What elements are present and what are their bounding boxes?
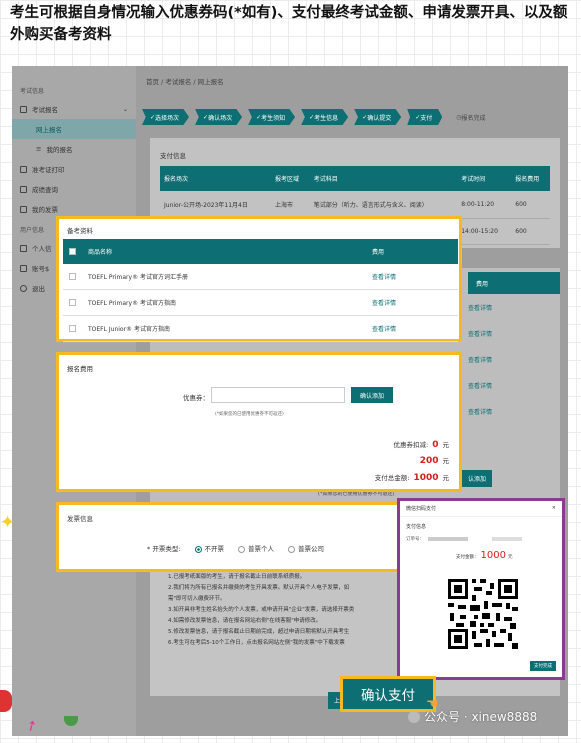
col-subject: 考试科目	[309, 166, 458, 191]
printer-icon	[20, 165, 27, 173]
close-icon[interactable]: ×	[552, 505, 556, 512]
payment-done-button[interactable]: 支付完成	[530, 661, 556, 671]
bg-detail-link[interactable]: 查看详情	[468, 355, 492, 364]
progress-steps: ✓ 选择场次 ✓ 确认场次 ✓ 考生须知 ✓ 考生信息 ✓ 确认提交 ✓ 支付 …	[142, 108, 568, 126]
fee-card: 报名费用 优惠券： 确认添加 (*如果您的已使用优惠券不可返还) 优惠券扣减: …	[56, 352, 462, 492]
watermark: 公众号 · xinew8888	[408, 708, 537, 725]
product-checkbox[interactable]	[69, 299, 76, 306]
radio-icon	[288, 545, 296, 553]
col-region: 报考区域	[271, 166, 310, 191]
bg-detail-link[interactable]: 查看详情	[468, 303, 492, 312]
step-select-session: ✓ 选择场次	[142, 109, 190, 125]
bg-detail-link[interactable]: 查看详情	[468, 381, 492, 390]
subtotal: 200 元	[419, 456, 449, 466]
sidebar-item-score-query[interactable]: 成绩查询	[12, 179, 136, 199]
list-icon: ≡	[36, 145, 42, 153]
view-detail-link[interactable]: 查看详情	[366, 289, 458, 316]
invoice-option-company[interactable]: 普票公司	[288, 543, 324, 553]
step-complete: ◷ 报名完成	[456, 113, 486, 122]
sidebar-item-my-registration[interactable]: ≡ 我的报名	[12, 139, 136, 159]
modal-amount-value: 1000	[480, 550, 506, 561]
bg-fee-header: 费用	[468, 272, 560, 294]
col-session: 报名场次	[160, 166, 272, 191]
col-fee: 报名费用	[511, 166, 550, 191]
order-number-blurred	[428, 537, 468, 541]
coupon-label: 优惠券：	[183, 394, 209, 402]
invoice-card: 发票信息 * 开票类型: 不开票 普票个人 普票公司	[56, 502, 400, 572]
step-payment: ✓ 支付	[407, 109, 443, 125]
bg-detail-link[interactable]: 查看详情	[468, 329, 492, 338]
qr-code-image	[446, 577, 520, 651]
bg-confirm-add-button[interactable]: 认添加	[462, 470, 493, 487]
table-row: Junior-公开场-2023年11月4日 上海市 笔试部分（听力、语言形式与含…	[160, 191, 550, 219]
product-checkbox[interactable]	[69, 273, 76, 280]
step-confirm-submit: ✓ 确认提交	[354, 109, 402, 125]
total-amount: 支付总金额: 1000 元	[374, 473, 449, 483]
view-detail-link[interactable]: 查看详情	[366, 315, 458, 342]
col-product-name: 商品名称	[82, 239, 366, 264]
sidebar-item-exam-registration[interactable]: 考试报名 ⌄	[12, 99, 136, 119]
info-blurred	[492, 537, 522, 541]
breadcrumb: 首页 / 考试报名 / 网上报名	[146, 78, 224, 86]
step-notice: ✓ 考生须知	[248, 109, 296, 125]
qr-payment-modal: 微信扫码支付 × 支付信息 订单号： 支付金额： 1000 元 支付完成	[397, 498, 565, 680]
view-detail-link[interactable]: 查看详情	[366, 264, 458, 290]
modal-amount-row: 支付金额： 1000 元	[456, 550, 513, 561]
coupon-deduction-value: 0	[432, 440, 439, 450]
sidebar-item-online-registration[interactable]: 网上报名	[12, 119, 136, 139]
star-icon: ✦	[0, 512, 16, 533]
coupon-input[interactable]	[211, 387, 345, 403]
coupon-deduction: 优惠券扣减: 0 元	[393, 440, 449, 450]
invoice-type-row: * 开票类型: 不开票 普票个人 普票公司	[147, 543, 324, 553]
confirm-pay-button[interactable]: 确认支付	[340, 676, 436, 712]
qr-code-icon	[446, 577, 520, 651]
table-row: TOEFL Junior® 考试官方指南 查看详情	[63, 315, 458, 342]
document-icon	[20, 105, 27, 113]
chart-icon	[20, 185, 27, 193]
modal-section-title: 支付信息	[406, 524, 427, 530]
invoice-title: 发票信息	[67, 515, 93, 523]
annotation-header-text: 考生可根据自身情况输入优惠券码(*如有)、支付最终考试金额、申请发票开具、以及额…	[10, 5, 568, 43]
col-time: 考试时间	[457, 166, 512, 191]
confirm-add-button[interactable]: 确认添加	[351, 387, 393, 403]
table-row: TOEFL Primary® 考试官方词汇手册 查看详情	[63, 264, 458, 290]
modal-title: 微信扫码支付	[406, 506, 437, 512]
sidebar-item-admission-ticket[interactable]: 准考证打印	[12, 159, 136, 179]
settings-icon	[20, 264, 27, 272]
fee-title: 报名费用	[67, 365, 93, 373]
invoice-option-none[interactable]: 不开票	[194, 543, 224, 553]
chevron-down-icon: ⌄	[122, 105, 128, 113]
materials-card: 备考资料 商品名称 费用 TOEFL Primary® 考试官方词汇手册 查看详…	[56, 216, 462, 342]
step-candidate-info: ✓ 考生信息	[301, 109, 349, 125]
col-product-fee: 费用	[366, 239, 458, 264]
payment-info-title: 支付信息	[160, 152, 186, 160]
bg-detail-link[interactable]: 查看详情	[468, 407, 492, 416]
table-row: TOEFL Primary® 考试官方指南 查看详情	[63, 289, 458, 316]
wechat-logo-icon	[408, 710, 420, 723]
radio-icon	[238, 545, 246, 553]
sidebar-section-exam: 考试信息	[20, 88, 45, 95]
select-all-checkbox[interactable]	[69, 248, 76, 255]
logout-icon	[20, 284, 27, 292]
step-confirm-session: ✓ 确认场次	[195, 109, 243, 125]
product-checkbox[interactable]	[69, 325, 76, 332]
coupon-hint: (*如果您的已使用优惠券不可返还)	[215, 412, 284, 417]
subtotal-value: 200	[419, 456, 439, 466]
materials-table: 商品名称 费用 TOEFL Primary® 考试官方词汇手册 查看详情 TOE…	[63, 239, 458, 342]
invoice-option-personal[interactable]: 普票个人	[238, 543, 274, 553]
order-number-row: 订单号：	[400, 532, 562, 546]
decorative-shape	[0, 690, 12, 712]
invoice-type-label: * 开票类型:	[147, 545, 181, 553]
radio-selected-icon	[194, 545, 202, 553]
total-amount-value: 1000	[413, 473, 439, 483]
user-icon	[20, 244, 27, 252]
invoice-icon	[20, 205, 27, 213]
